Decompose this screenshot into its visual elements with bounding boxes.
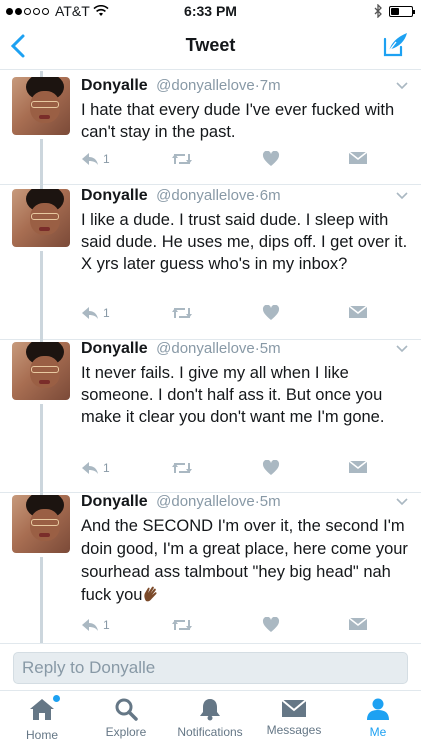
author-handle[interactable]: @donyallelove (156, 340, 255, 357)
tab-label: Messages (266, 723, 322, 737)
direct-message-icon[interactable] (348, 460, 368, 474)
envelope-icon (281, 699, 307, 717)
reply-bar: Reply to Donyalle (0, 643, 421, 689)
chevron-down-icon[interactable] (395, 497, 409, 507)
tweet-actions: 1 (80, 305, 380, 325)
new-content-dot (53, 695, 60, 702)
avatar[interactable] (12, 495, 70, 553)
tweet[interactable]: Donyalle @donyallelove·6m I like a dude.… (0, 185, 421, 340)
tab-label: Notifications (177, 725, 243, 739)
tweet-thread: Donyalle @donyallelove·7m I hate that ev… (0, 71, 421, 643)
tweet-time: 6m (259, 187, 281, 204)
tweet-actions: 1 (80, 617, 380, 637)
bell-icon (200, 699, 220, 721)
author-handle[interactable]: @donyallelove (156, 493, 255, 510)
avatar[interactable] (12, 342, 70, 400)
reply-action[interactable]: 1 (80, 617, 110, 633)
compose-tweet-icon[interactable] (383, 31, 409, 57)
like-heart-icon[interactable] (262, 151, 280, 167)
direct-message-icon[interactable] (348, 305, 368, 319)
chevron-down-icon[interactable] (395, 191, 409, 201)
tab-messages[interactable]: Messages (252, 697, 336, 737)
search-icon (115, 698, 138, 721)
tab-label: Me (369, 725, 387, 739)
tweet-text-block: And the SECOND I'm over it, the second I… (81, 515, 411, 607)
reply-icon (82, 619, 98, 631)
like-heart-icon[interactable] (262, 460, 280, 476)
reply-count: 1 (103, 306, 110, 320)
author-name[interactable]: Donyalle (81, 340, 148, 357)
retweet-icon[interactable] (171, 151, 193, 167)
tweet-header: Donyalle @donyallelove·6m (81, 187, 281, 205)
bluetooth-icon (374, 4, 382, 18)
tweet-text: I hate that every dude I've ever fucked … (81, 101, 395, 141)
tweet[interactable]: Donyalle @donyallelove·5m It never fails… (0, 340, 421, 493)
tab-home[interactable]: Home (0, 695, 84, 742)
direct-message-icon[interactable] (348, 151, 368, 165)
retweet-icon[interactable] (171, 460, 193, 476)
battery-icon (389, 5, 415, 17)
person-icon (367, 698, 389, 720)
tweet-header: Donyalle @donyallelove·5m (81, 493, 281, 511)
reply-count: 1 (103, 152, 110, 166)
tweet[interactable]: Donyalle @donyallelove·7m I hate that ev… (0, 71, 421, 185)
tweet-time: 7m (259, 77, 281, 94)
tweet-text: And the SECOND I'm over it, the second I… (81, 517, 408, 604)
tab-label: Home (25, 728, 58, 742)
waving-hand-icon (144, 586, 158, 602)
tweet-time: 5m (259, 493, 281, 510)
tweet-header: Donyalle @donyallelove·7m (81, 77, 281, 95)
tweet-text: I like a dude. I trust said dude. I slee… (81, 211, 408, 273)
tab-label: Explore (105, 725, 147, 739)
home-icon (30, 699, 54, 720)
tab-notifications[interactable]: Notifications (168, 697, 252, 739)
navigation-bar: Tweet (0, 22, 421, 70)
chevron-down-icon[interactable] (395, 81, 409, 91)
reply-count: 1 (103, 618, 110, 632)
reply-count: 1 (103, 461, 110, 475)
retweet-icon[interactable] (171, 617, 193, 633)
direct-message-icon[interactable] (348, 617, 368, 631)
tweet-actions: 1 (80, 151, 380, 171)
avatar[interactable] (12, 77, 70, 135)
reply-icon (82, 462, 98, 474)
tweet[interactable]: Donyalle @donyallelove·5m And the SECOND… (0, 493, 421, 643)
tweet-actions: 1 (80, 460, 380, 480)
reply-action[interactable]: 1 (80, 151, 110, 167)
author-name[interactable]: Donyalle (81, 77, 148, 94)
tab-me[interactable]: Me (336, 697, 420, 739)
tweet-time: 5m (259, 340, 281, 357)
clock: 6:33 PM (184, 3, 237, 19)
author-name[interactable]: Donyalle (81, 187, 148, 204)
retweet-icon[interactable] (171, 305, 193, 321)
like-heart-icon[interactable] (262, 305, 280, 321)
tweet-header: Donyalle @donyallelove·5m (81, 340, 281, 358)
tweet-text: It never fails. I give my all when I lik… (81, 364, 385, 426)
author-name[interactable]: Donyalle (81, 493, 148, 510)
tab-bar: Home Explore Notifications Messages Me (0, 690, 421, 750)
reply-icon (82, 307, 98, 319)
reply-action[interactable]: 1 (80, 460, 110, 476)
reply-input[interactable]: Reply to Donyalle (13, 652, 408, 684)
page-title: Tweet (185, 35, 236, 55)
author-handle[interactable]: @donyallelove (156, 187, 255, 204)
like-heart-icon[interactable] (262, 617, 280, 633)
chevron-down-icon[interactable] (395, 344, 409, 354)
status-bar: AT&T 6:33 PM (0, 0, 421, 22)
author-handle[interactable]: @donyallelove (156, 77, 255, 94)
tab-explore[interactable]: Explore (84, 697, 168, 739)
avatar[interactable] (12, 189, 70, 247)
reply-action[interactable]: 1 (80, 305, 110, 321)
reply-icon (82, 153, 98, 165)
